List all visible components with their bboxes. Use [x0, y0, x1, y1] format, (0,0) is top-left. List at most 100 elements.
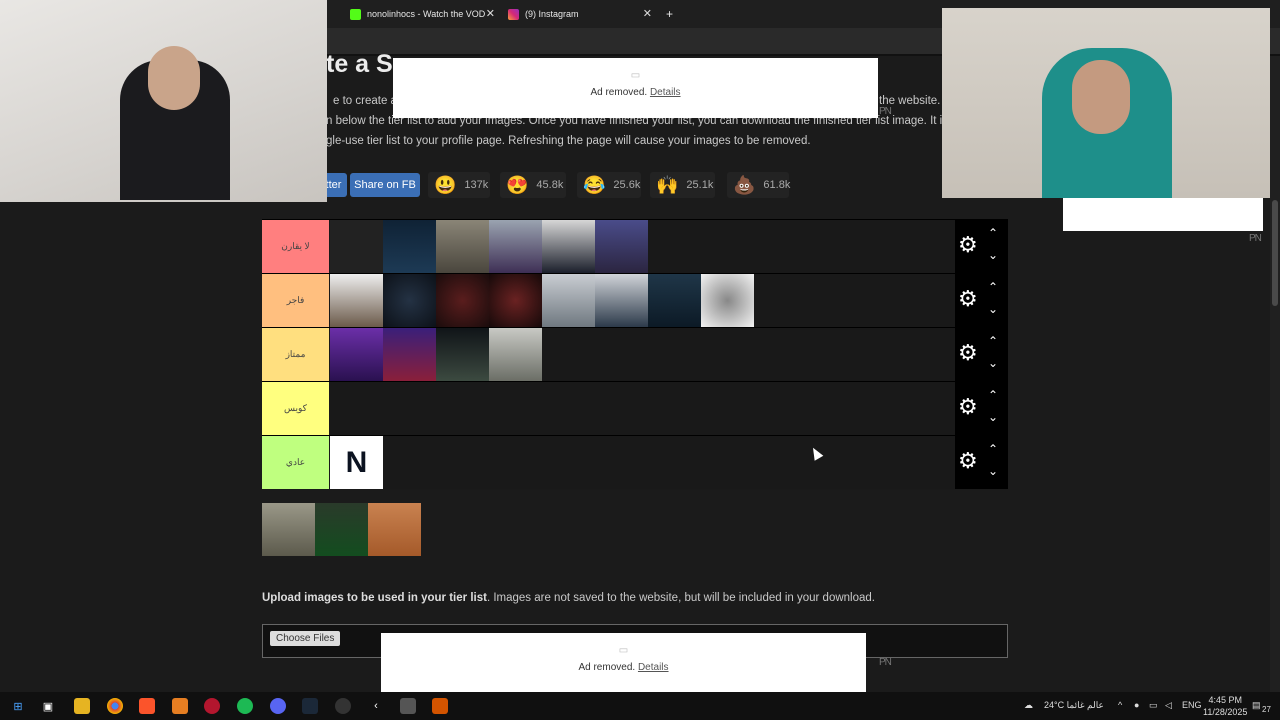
reaction-poop[interactable]: 💩 61.8k [727, 172, 791, 198]
volume-icon[interactable]: ◁ [1165, 700, 1172, 711]
tier-image[interactable] [648, 274, 701, 327]
reaction-praise[interactable]: 🙌 25.1k [650, 172, 715, 198]
chevron-down-icon[interactable]: ⌄ [988, 356, 998, 370]
heart-eyes-icon: 😍 [506, 174, 529, 195]
tier-image[interactable] [330, 274, 383, 327]
ad-details-link[interactable]: Details [650, 87, 681, 98]
ad-icon: ▭ [630, 70, 641, 81]
tier-image[interactable] [489, 328, 542, 381]
upload-heading: Upload images to be used in your tier li… [262, 592, 487, 604]
tier-label[interactable]: كويس [262, 382, 329, 435]
tier-label[interactable]: عادي [262, 436, 329, 489]
pool-image[interactable] [262, 503, 315, 556]
webcam-overlay-left [0, 0, 327, 202]
ad-text: Ad removed. [578, 662, 636, 673]
tier-label[interactable]: ممتاز [262, 328, 329, 381]
face-shape [1072, 60, 1130, 134]
app-icon[interactable] [432, 698, 448, 714]
reaction-laugh[interactable]: 😂 25.6k [577, 172, 641, 198]
clock-time[interactable]: 4:45 PM [1206, 695, 1242, 705]
weather-icon[interactable]: ☁ [1024, 700, 1033, 711]
reaction-smile[interactable]: 😃 137k [428, 172, 490, 198]
tier-row: لا يقارن ⚙ ⌃ ⌄ [262, 219, 1008, 273]
page-title: te a S [326, 50, 393, 78]
tier-list: لا يقارن ⚙ ⌃ ⌄ فاجر ⚙ ⌃ ⌄ ممتاز ⚙ ⌃ ⌄ كو… [262, 219, 1008, 490]
chevron-down-icon[interactable]: ⌄ [988, 464, 998, 478]
intro-line-1: e to create a [333, 95, 397, 107]
pn-label-bottom: PN [879, 657, 892, 668]
tier-label[interactable]: لا يقارن [262, 220, 329, 273]
gear-icon[interactable]: ⚙ [958, 342, 978, 364]
chevron-down-icon[interactable]: ⌄ [988, 248, 998, 262]
ad-details-link[interactable]: Details [638, 662, 669, 673]
file-explorer-icon[interactable] [74, 698, 90, 714]
chevron-up-icon[interactable]: ⌃ [988, 388, 998, 402]
chevron-up-icon[interactable]: ⌃ [988, 442, 998, 456]
clock-date[interactable]: 11/28/2025 [1203, 707, 1247, 717]
tab-label: nonolinhocs - Watch the VOD [367, 9, 486, 19]
tier-image[interactable] [383, 220, 436, 273]
discord-icon[interactable] [270, 698, 286, 714]
app-icon[interactable] [335, 698, 351, 714]
gear-icon[interactable]: ⚙ [958, 288, 978, 310]
close-tab-icon[interactable]: ✕ [486, 7, 495, 20]
app-icon[interactable] [172, 698, 188, 714]
pool-image[interactable] [368, 503, 421, 556]
chevron-down-icon[interactable]: ⌄ [988, 302, 998, 316]
tier-image[interactable]: N [330, 436, 383, 489]
gear-icon[interactable]: ⚙ [958, 450, 978, 472]
task-view-icon[interactable]: ▣ [40, 698, 56, 714]
chevron-up-icon[interactable]: ⌃ [988, 334, 998, 348]
share-fb-button[interactable]: Share on FB [350, 173, 420, 197]
tier-image[interactable] [330, 328, 383, 381]
weather-text[interactable]: 24°C عالم غائما [1044, 700, 1104, 711]
scrollbar-thumb[interactable] [1272, 200, 1278, 306]
chevron-down-icon[interactable]: ⌄ [988, 410, 998, 424]
brave-icon[interactable] [139, 698, 155, 714]
tier-image[interactable] [542, 220, 595, 273]
tray-chevron-icon[interactable]: ^ [1118, 700, 1122, 710]
app-icon[interactable]: ‹ [368, 698, 384, 714]
instagram-icon [508, 8, 519, 20]
steam-icon[interactable] [302, 698, 318, 714]
pool-image[interactable] [315, 503, 368, 556]
tab-instagram[interactable]: (9) Instagram ✕ [508, 4, 652, 24]
tier-image[interactable] [436, 328, 489, 381]
spotify-icon[interactable] [237, 698, 253, 714]
scrollbar-track[interactable] [1270, 56, 1280, 692]
close-tab-icon[interactable]: ✕ [643, 7, 652, 20]
tier-image[interactable] [330, 220, 383, 273]
app-icon[interactable] [204, 698, 220, 714]
tier-image[interactable] [595, 274, 648, 327]
gear-icon[interactable]: ⚙ [958, 396, 978, 418]
tier-image[interactable] [489, 220, 542, 273]
chevron-up-icon[interactable]: ⌃ [988, 226, 998, 240]
tab-kick[interactable]: nonolinhocs - Watch the VOD ✕ [350, 4, 495, 24]
tier-image[interactable] [383, 274, 436, 327]
tier-image[interactable] [595, 220, 648, 273]
tier-controls: ⚙ ⌃ ⌄ [955, 274, 1008, 327]
chevron-up-icon[interactable]: ⌃ [988, 280, 998, 294]
tier-image[interactable] [701, 274, 754, 327]
reaction-love[interactable]: 😍 45.8k [500, 172, 566, 198]
tier-image[interactable] [489, 274, 542, 327]
microphone-icon[interactable]: ● [1134, 700, 1139, 710]
tier-image[interactable] [436, 220, 489, 273]
tier-image[interactable] [542, 274, 595, 327]
new-tab-button[interactable]: + [666, 4, 673, 24]
poop-icon: 💩 [733, 174, 756, 195]
chrome-icon[interactable] [107, 698, 123, 714]
pn-label: PN [879, 106, 892, 117]
app-icon[interactable] [400, 698, 416, 714]
choose-files-button[interactable]: Choose Files [270, 631, 341, 646]
gear-icon[interactable]: ⚙ [958, 234, 978, 256]
tier-image[interactable] [436, 274, 489, 327]
upload-instructions: Upload images to be used in your tier li… [262, 592, 875, 604]
tier-image[interactable] [383, 328, 436, 381]
notification-icon[interactable]: ▤ [1252, 700, 1261, 711]
reaction-count: 61.8k [763, 179, 791, 191]
language-indicator[interactable]: ENG [1182, 700, 1202, 710]
tier-label[interactable]: فاجر [262, 274, 329, 327]
network-icon[interactable]: ▭ [1149, 700, 1158, 711]
windows-start-icon[interactable]: ⊞ [10, 698, 26, 714]
